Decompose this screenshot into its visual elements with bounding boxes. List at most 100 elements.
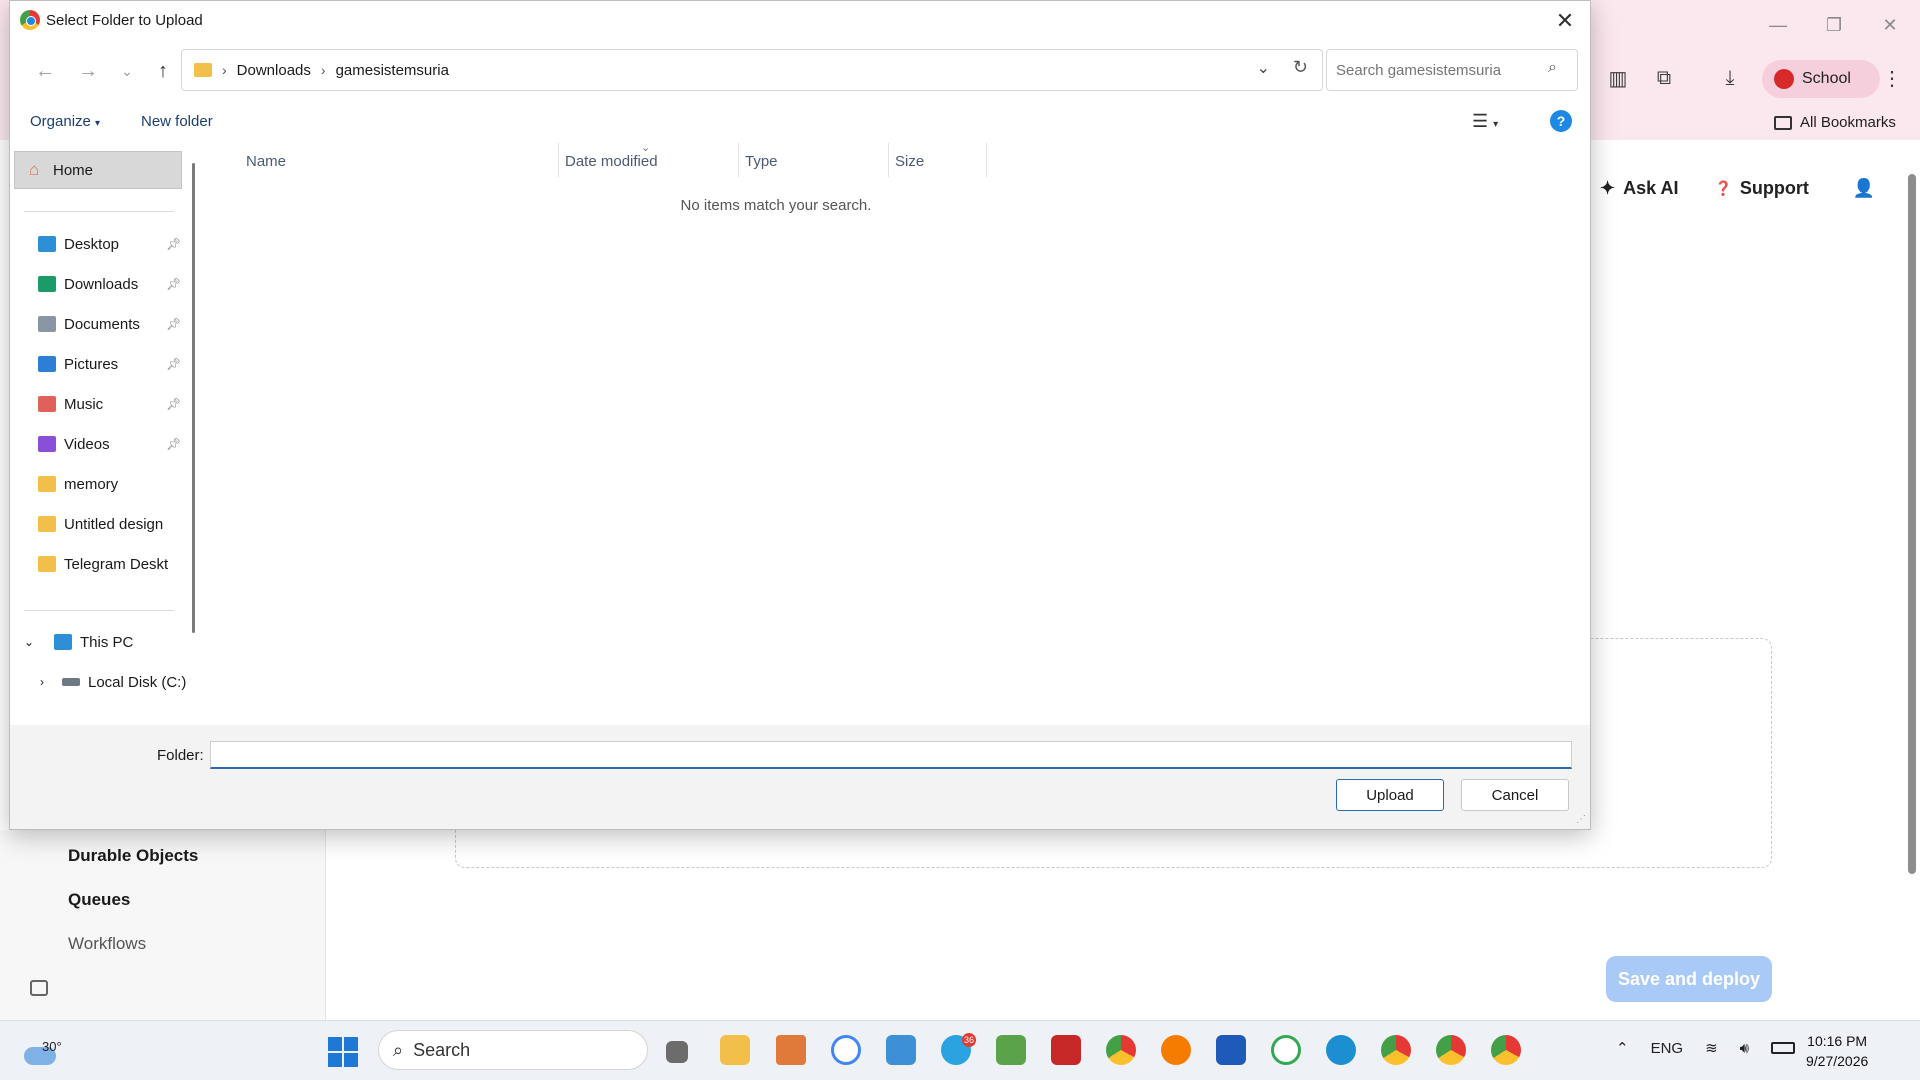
file-list: Name ⌄ Date modified Type Size No items … [206, 142, 1590, 725]
up-icon[interactable]: ↑ [148, 57, 178, 85]
folder-input[interactable] [210, 741, 1572, 769]
column-size[interactable]: Size [895, 153, 924, 170]
chrome-icon [20, 10, 40, 30]
sidebar-item-untitled-design[interactable]: Untitled design [38, 511, 163, 537]
extensions-icon[interactable]: ⧉ [1648, 62, 1680, 94]
dashboard-sidebar: Durable Objects Queues Workflows [0, 830, 326, 1020]
sidebar-item-music[interactable]: Music [38, 391, 103, 417]
reading-mode-icon[interactable]: ▥ [1602, 62, 1634, 94]
user-icon[interactable]: 👤 [1853, 178, 1875, 199]
google-icon[interactable] [1271, 1035, 1301, 1065]
start-button[interactable] [328, 1037, 358, 1067]
chevron-down-icon[interactable]: ⌄ [1257, 58, 1270, 78]
profile-button[interactable]: School [1762, 60, 1880, 98]
organize-button[interactable]: Organize ▾ [30, 113, 100, 130]
nav-queues[interactable]: Queues [68, 890, 130, 910]
all-bookmarks-button[interactable]: All Bookmarks [1774, 114, 1896, 131]
column-name[interactable]: Name [246, 153, 286, 170]
scroll-thumb[interactable] [1908, 174, 1916, 874]
folder-icon [1774, 115, 1792, 130]
file-explorer-icon[interactable] [720, 1035, 750, 1065]
nav-durable-objects[interactable]: Durable Objects [68, 846, 198, 866]
sidebar-item-telegram-deskt[interactable]: Telegram Deskt [38, 551, 168, 577]
chevron-up-icon[interactable]: ⌃ [1616, 1039, 1629, 1057]
sidebar-item-label: This PC [80, 633, 134, 651]
sidebar-item-home[interactable]: ⌂ Home [14, 151, 182, 189]
forward-icon[interactable]: → [73, 57, 103, 85]
recent-locations-icon[interactable]: ⌄ [112, 57, 142, 85]
view-options-icon[interactable]: ☰ ▾ [1472, 111, 1498, 132]
column-type[interactable]: Type [745, 153, 778, 170]
restore-icon[interactable]: ❐ [1814, 10, 1854, 40]
sidebar-item-memory[interactable]: memory [38, 471, 118, 497]
avatar [1774, 69, 1794, 89]
chrome-icon[interactable] [1106, 1035, 1136, 1065]
breadcrumb-current[interactable]: gamesistemsuria [336, 62, 449, 79]
chrome-icon[interactable] [1491, 1035, 1521, 1065]
task-view-icon[interactable] [666, 1041, 688, 1063]
sidebar-item-documents[interactable]: Documents [38, 311, 140, 337]
close-icon[interactable]: ✕ [1550, 7, 1580, 35]
page-scrollbar[interactable] [1906, 156, 1918, 1016]
weather-widget[interactable]: 30° [20, 1029, 72, 1069]
resize-grip-icon[interactable]: ⋰ [1576, 814, 1586, 825]
folder-icon [38, 516, 56, 532]
taskbar-search[interactable]: ⌕ Search [378, 1030, 648, 1070]
column-divider[interactable] [738, 143, 739, 177]
column-date-modified[interactable]: Date modified [565, 153, 658, 170]
edge-icon[interactable] [1326, 1035, 1356, 1065]
search-input[interactable] [1326, 49, 1578, 91]
menu-icon[interactable]: ⋮ [1876, 62, 1908, 94]
address-bar[interactable]: › Downloads › gamesistemsuria ⌄ ↻ [181, 49, 1323, 91]
save-and-deploy-button[interactable]: Save and deploy [1606, 956, 1772, 1002]
cancel-button[interactable]: Cancel [1461, 779, 1569, 811]
search-icon[interactable]: ⌕ [1548, 59, 1557, 77]
help-icon[interactable]: ? [1550, 110, 1572, 132]
collapse-sidebar-icon[interactable] [30, 980, 48, 996]
sidebar-item-local-disk[interactable]: › Local Disk (C:) [40, 669, 186, 695]
sidebar-item-label: Music [64, 395, 104, 413]
sidebar-item-videos[interactable]: Videos [38, 431, 110, 457]
document-icon [38, 316, 56, 332]
language-indicator[interactable]: ENG [1651, 1040, 1684, 1057]
column-divider[interactable] [986, 143, 987, 177]
word-icon[interactable] [1216, 1035, 1246, 1065]
volume-icon[interactable]: 🔊︎ [1740, 1040, 1749, 1057]
firefox-icon[interactable] [1161, 1035, 1191, 1065]
column-divider[interactable] [558, 143, 559, 177]
close-window-icon[interactable]: ✕ [1870, 10, 1910, 40]
profile-name: School [1802, 70, 1851, 87]
app-icon[interactable] [996, 1035, 1026, 1065]
download-icon [38, 276, 56, 292]
app-icon[interactable] [886, 1035, 916, 1065]
back-icon[interactable]: ← [30, 57, 60, 85]
google-icon[interactable] [831, 1035, 861, 1065]
refresh-icon[interactable]: ↻ [1293, 57, 1308, 78]
download-icon[interactable]: ⤓ [1714, 62, 1746, 94]
drive-icon [62, 678, 80, 686]
sidebar-item-label: Local Disk (C:) [88, 673, 187, 691]
sidebar-item-desktop[interactable]: Desktop [38, 231, 119, 257]
breadcrumb-downloads[interactable]: Downloads [237, 62, 311, 79]
app-icon[interactable] [776, 1035, 806, 1065]
chrome-icon[interactable] [1381, 1035, 1411, 1065]
support-button[interactable]: ❓ Support [1714, 178, 1808, 199]
sidebar-item-label: Pictures [64, 355, 119, 373]
chrome-icon[interactable] [1436, 1035, 1466, 1065]
column-divider[interactable] [888, 143, 889, 177]
upload-button[interactable]: Upload [1336, 779, 1444, 811]
new-folder-button[interactable]: New folder [141, 113, 213, 130]
minimize-icon[interactable]: — [1758, 10, 1798, 40]
filezilla-icon[interactable] [1051, 1035, 1081, 1065]
sidebar-scrollbar[interactable] [192, 163, 195, 633]
battery-icon[interactable] [1771, 1042, 1796, 1054]
wifi-icon[interactable]: ≋ [1705, 1039, 1718, 1057]
sidebar-item-label: Untitled design [64, 515, 164, 533]
sidebar-item-pictures[interactable]: Pictures [38, 351, 118, 377]
ask-ai-button[interactable]: ✦ Ask AI [1600, 178, 1678, 199]
clock[interactable]: 10:16 PM 9/27/2026 [1806, 1031, 1868, 1071]
pin-icon: 📌︎ [166, 317, 182, 331]
sidebar-item-downloads[interactable]: Downloads [38, 271, 138, 297]
nav-workflows[interactable]: Workflows [68, 934, 146, 954]
sidebar-item-this-pc[interactable]: ⌄ This PC [24, 629, 133, 655]
